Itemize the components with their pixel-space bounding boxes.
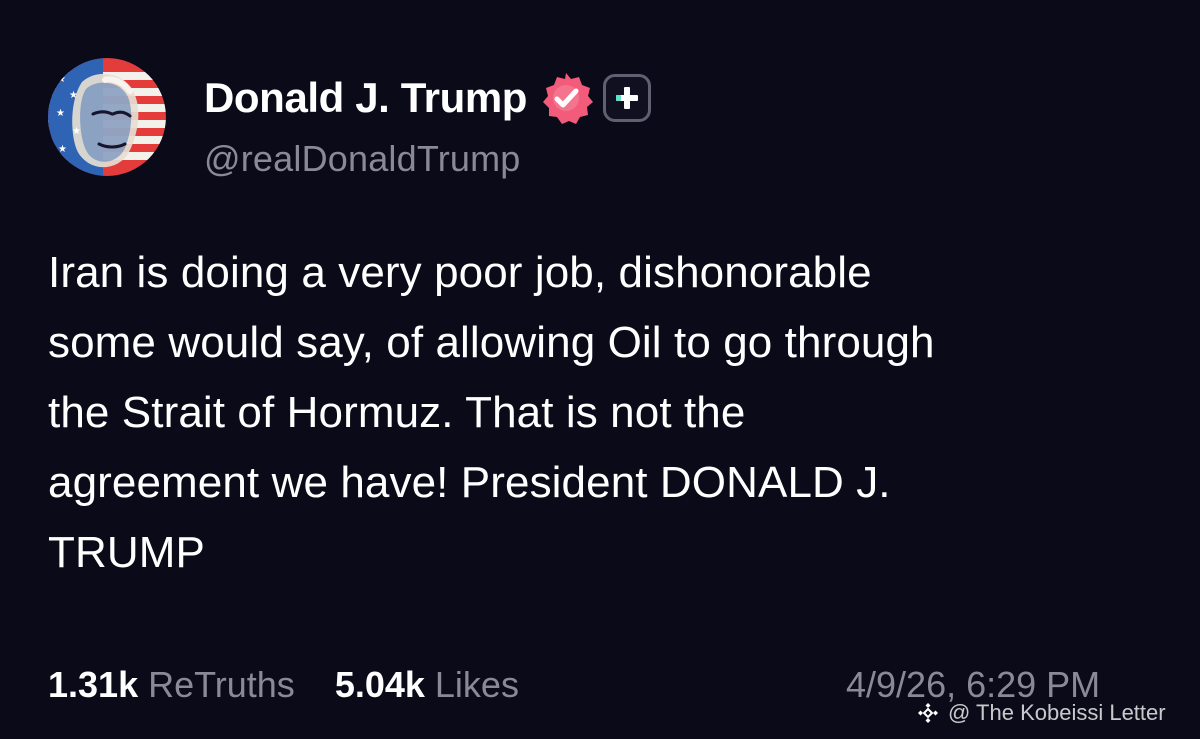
truth-social-post: ★ ★ ★ ★ ★ Donald J. Trump @realDonaldTru… (0, 0, 1200, 739)
display-name[interactable]: Donald J. Trump (204, 74, 527, 122)
post-body: Iran is doing a very poor job, dishonora… (48, 238, 1148, 588)
handle[interactable]: @realDonaldTrump (204, 138, 521, 180)
diamond-logo-icon (918, 703, 938, 723)
post-text-line: some would say, of allowing Oil to go th… (48, 318, 935, 367)
watermark: @ The Kobeissi Letter (916, 697, 1166, 729)
svg-text:★: ★ (58, 144, 67, 155)
watermark-text: @ The Kobeissi Letter (948, 700, 1166, 725)
svg-text:★: ★ (69, 90, 78, 101)
retruths-count[interactable]: 1.31k (48, 664, 138, 706)
avatar[interactable]: ★ ★ ★ ★ ★ (48, 58, 166, 176)
svg-text:★: ★ (72, 126, 81, 137)
post-text-line: TRUMP (48, 528, 205, 577)
name-row: Donald J. Trump (204, 70, 652, 126)
post-text-line: Iran is doing a very poor job, dishonora… (48, 248, 872, 297)
post-header: ★ ★ ★ ★ ★ Donald J. Trump @realDonaldTru… (48, 58, 748, 183)
post-stats: 1.31k ReTruths 5.04k Likes (48, 660, 519, 710)
plus-badge-icon (616, 87, 639, 109)
post-text-line: the Strait of Hormuz. That is not the (48, 388, 746, 437)
svg-text:★: ★ (57, 74, 66, 85)
likes-label[interactable]: Likes (435, 664, 519, 706)
likes-count[interactable]: 5.04k (335, 664, 425, 706)
plus-badge[interactable] (603, 74, 652, 122)
flag-face-avatar-icon: ★ ★ ★ ★ ★ (48, 58, 166, 176)
svg-text:★: ★ (56, 108, 65, 119)
verified-badge-icon (543, 73, 594, 124)
post-text-line: agreement we have! President DONALD J. (48, 458, 891, 507)
retruths-label[interactable]: ReTruths (148, 664, 295, 706)
